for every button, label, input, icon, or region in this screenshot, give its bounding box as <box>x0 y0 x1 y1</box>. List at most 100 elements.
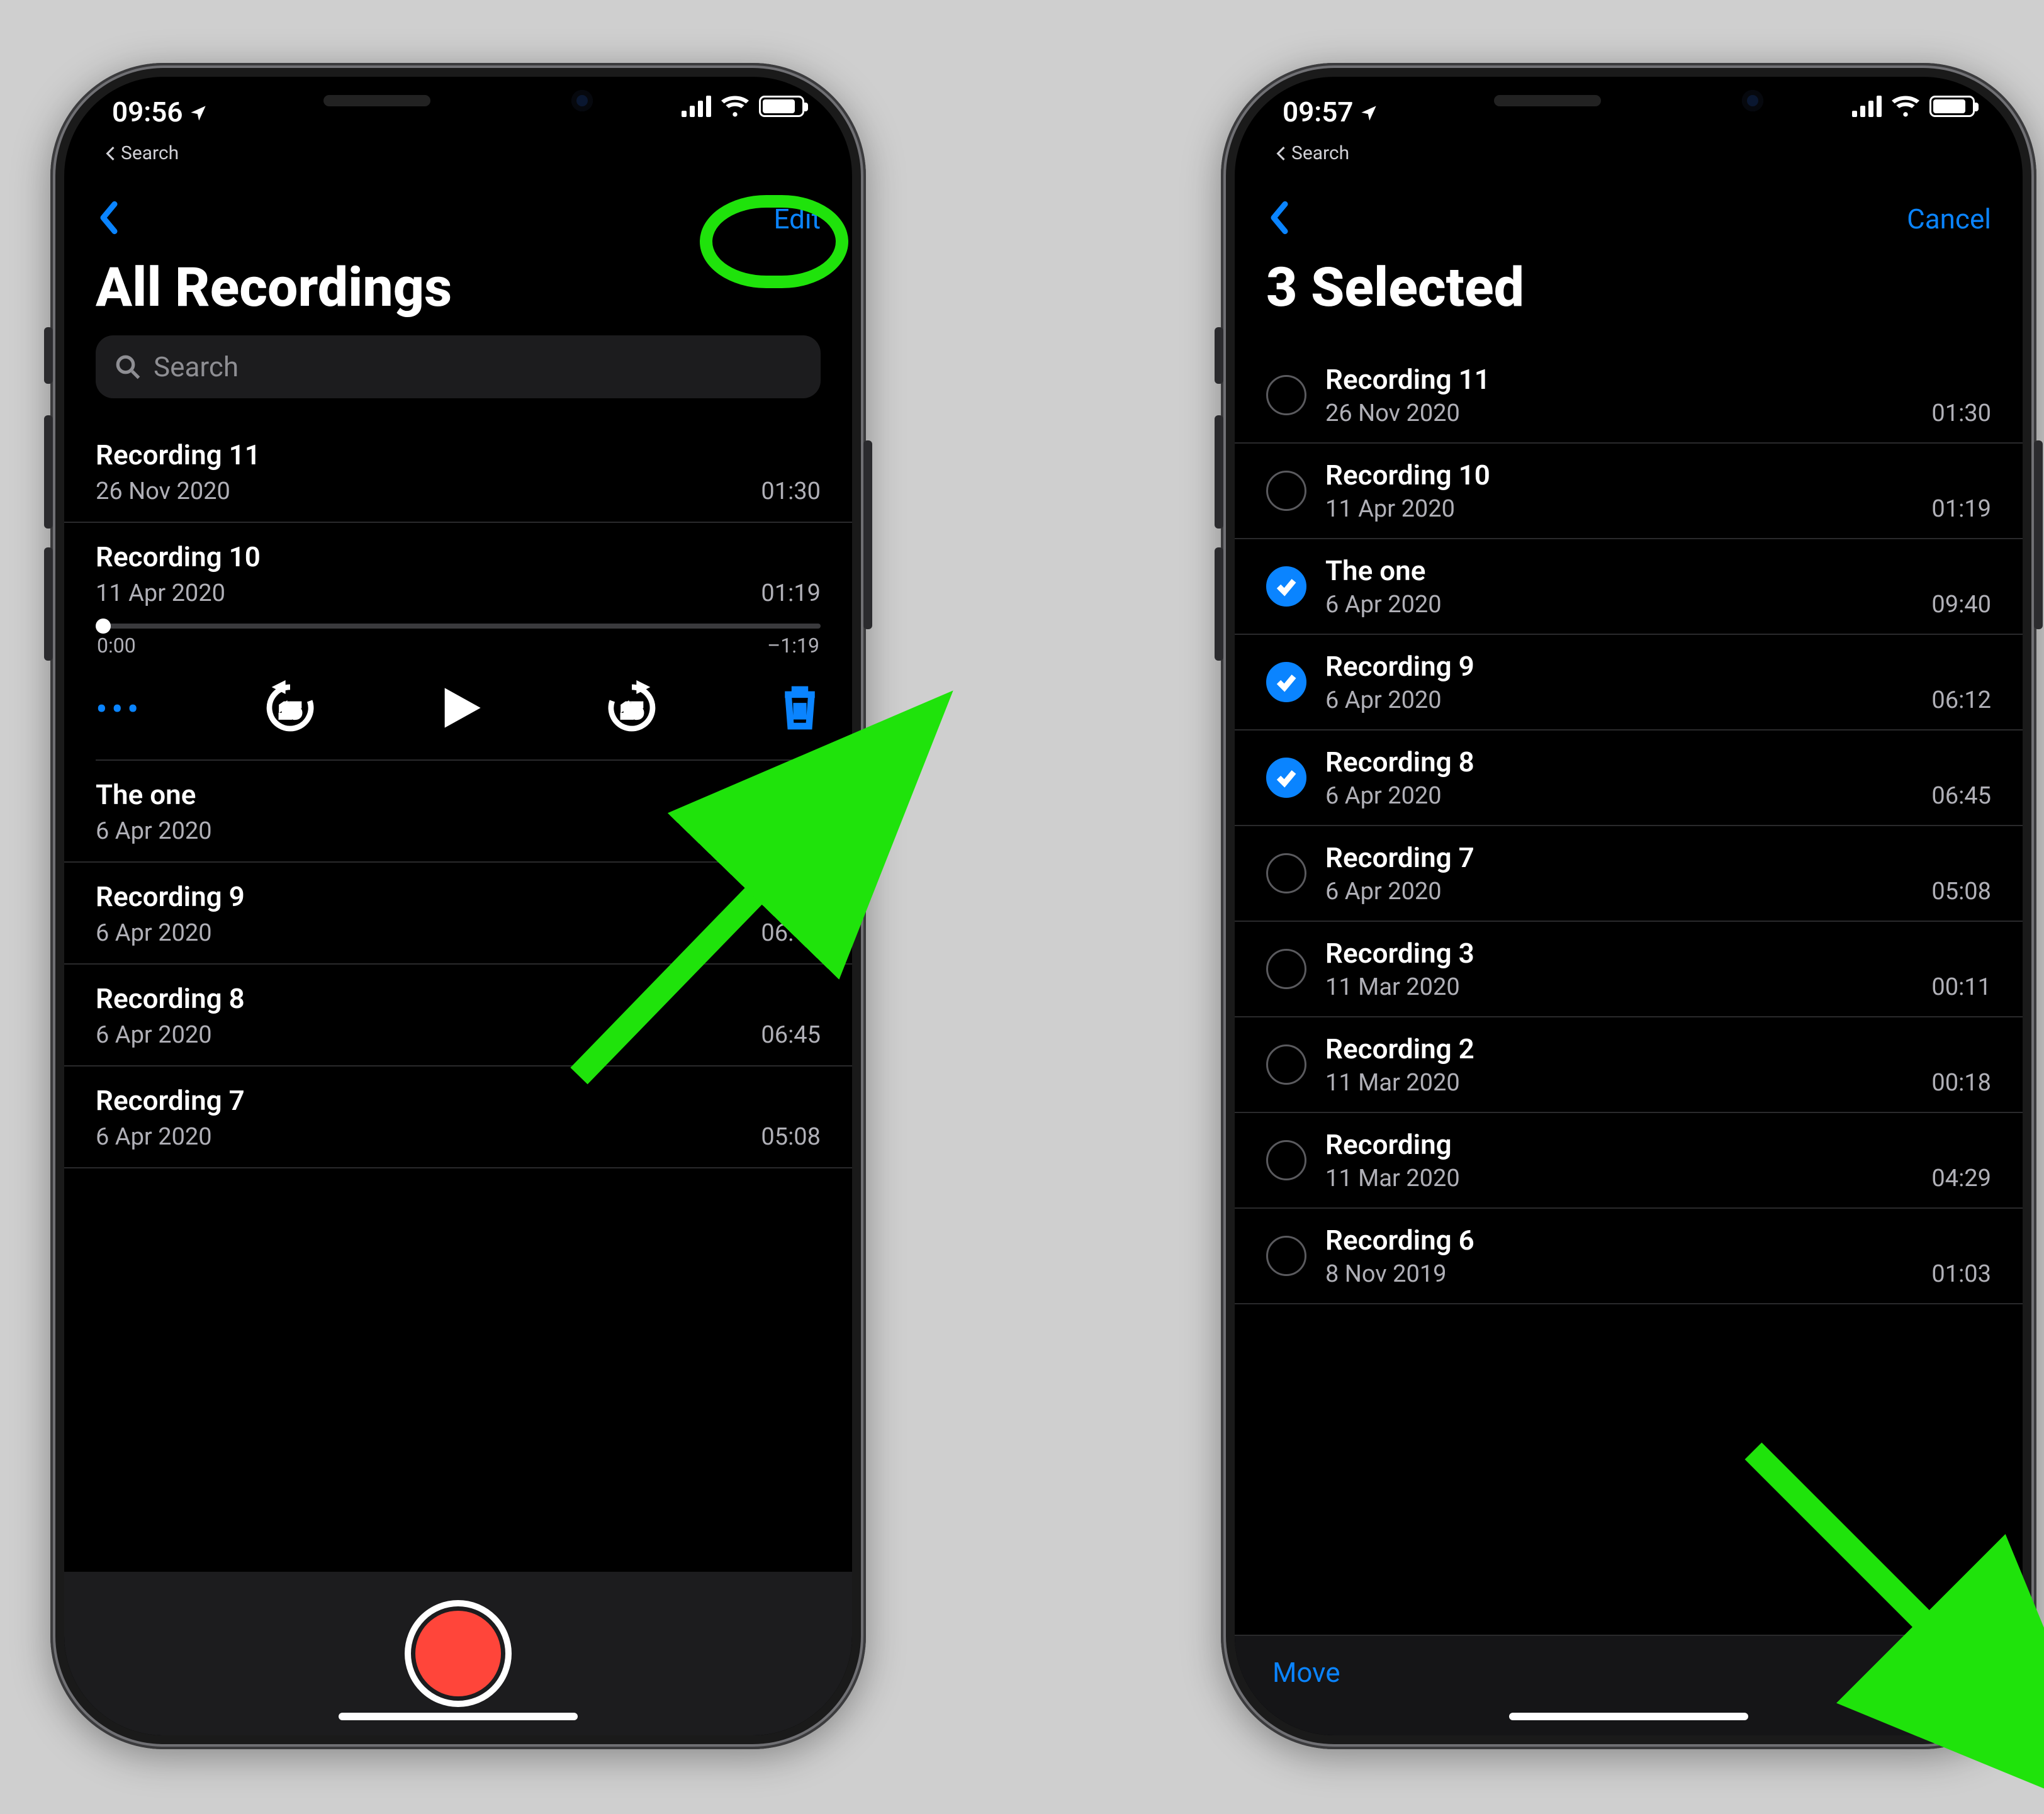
recording-name: Recording 2 <box>1325 1033 1991 1065</box>
recording-name: The one <box>1325 554 1991 587</box>
select-checkbox[interactable] <box>1266 566 1306 607</box>
recording-row[interactable]: Recording 8 6 Apr 2020 06:45 <box>1235 731 2023 826</box>
scrubber[interactable] <box>96 624 821 629</box>
recording-row[interactable]: The one 6 Apr 2020 09:40 <box>1235 539 2023 635</box>
annotation-arrow <box>1728 1426 1992 1693</box>
recording-duration: 01:19 <box>761 579 821 607</box>
search-input[interactable]: Search <box>96 335 821 398</box>
play-button[interactable] <box>437 684 485 734</box>
annotation-arrow <box>554 824 831 1104</box>
chevron-left-icon <box>96 201 122 235</box>
recording-date: 6 Apr 2020 <box>96 919 212 947</box>
select-checkbox[interactable] <box>1266 1140 1306 1180</box>
recording-name: The one <box>96 778 821 811</box>
recording-date: 26 Nov 2020 <box>96 478 230 505</box>
select-checkbox[interactable] <box>1266 471 1306 511</box>
select-checkbox[interactable] <box>1266 662 1306 702</box>
recording-duration: 06:12 <box>1931 686 1991 714</box>
select-checkbox[interactable] <box>1266 375 1306 415</box>
recording-date: 6 Apr 2020 <box>96 1021 212 1049</box>
rewind-15-button[interactable]: 15 <box>262 680 318 738</box>
recording-date: 26 Nov 2020 <box>1325 400 1460 427</box>
record-bar <box>64 1572 852 1735</box>
recording-date: 6 Apr 2020 <box>1325 782 1442 810</box>
more-button[interactable]: ••• <box>96 691 143 727</box>
recording-row[interactable]: Recording 10 11 Apr 2020 01:19 0:00 –1:19 •••… <box>64 523 852 761</box>
recording-row[interactable]: Recording 2 11 Mar 2020 00:18 <box>1235 1017 2023 1113</box>
move-button[interactable]: Move <box>1272 1656 1340 1689</box>
check-icon <box>1275 671 1298 693</box>
wifi-icon <box>721 96 749 117</box>
recording-date: 6 Apr 2020 <box>1325 878 1442 905</box>
recording-duration: 09:40 <box>1931 591 1991 619</box>
back-button[interactable] <box>96 201 122 237</box>
recording-name: Recording 3 <box>1325 937 1991 970</box>
cellular-icon <box>682 96 711 117</box>
home-indicator[interactable] <box>1509 1713 1748 1720</box>
recording-row[interactable]: Recording 11 26 Nov 2020 01:30 <box>64 421 852 523</box>
location-icon <box>189 104 207 122</box>
recording-date: 6 Apr 2020 <box>1325 591 1442 619</box>
recording-date: 6 Apr 2020 <box>96 1123 212 1151</box>
recording-duration: 04:29 <box>1931 1165 1991 1192</box>
select-checkbox[interactable] <box>1266 1044 1306 1085</box>
recording-row[interactable]: Recording 96 Apr 202006:12 <box>1235 635 2023 731</box>
recording-row[interactable]: Recording 6 8 Nov 2019 01:03 <box>1235 1209 2023 1304</box>
select-checkbox[interactable] <box>1266 949 1306 989</box>
check-icon <box>1275 575 1298 598</box>
recording-name: Recording 11 <box>1325 363 1991 396</box>
status-time: 09:57 <box>1283 96 1354 128</box>
battery-icon <box>759 96 804 117</box>
recording-duration: 06:45 <box>1931 782 1991 810</box>
recording-duration: 05:08 <box>761 1123 821 1151</box>
recording-row[interactable]: Recording 7 6 Apr 2020 05:08 <box>1235 826 2023 922</box>
search-icon <box>115 354 141 380</box>
recording-duration: 00:11 <box>1931 973 1991 1001</box>
scrub-end: –1:19 <box>767 634 819 658</box>
recording-duration: 01:30 <box>1931 400 1991 427</box>
trash-button[interactable] <box>779 685 821 734</box>
recording-duration: 05:08 <box>1931 878 1991 905</box>
svg-text:15: 15 <box>279 701 300 722</box>
recording-date: 8 Nov 2019 <box>1325 1260 1447 1288</box>
recording-name: Recording 11 <box>96 439 821 471</box>
chevron-left-icon <box>1274 147 1288 160</box>
breadcrumb[interactable]: Search <box>103 142 179 164</box>
recording-name: Recording 8 <box>1325 746 1991 778</box>
select-checkbox[interactable] <box>1266 758 1306 798</box>
location-icon <box>1360 104 1378 122</box>
chevron-left-icon <box>103 147 117 160</box>
back-button[interactable] <box>1266 201 1293 237</box>
recording-duration: 01:19 <box>1931 495 1991 523</box>
edit-button[interactable]: Edit <box>773 203 821 235</box>
breadcrumb[interactable]: Search <box>1274 142 1349 164</box>
recording-date: 11 Mar 2020 <box>1325 973 1460 1001</box>
recording-row[interactable]: Recording 3 11 Mar 2020 00:11 <box>1235 922 2023 1017</box>
recording-duration: 01:03 <box>1931 1260 1991 1288</box>
cellular-icon <box>1852 96 1882 117</box>
record-button[interactable] <box>405 1600 512 1707</box>
forward-15-button[interactable]: 15 <box>604 680 660 738</box>
recording-duration: 01:30 <box>761 478 821 505</box>
recording-name: Recording 10 <box>96 540 821 573</box>
select-checkbox[interactable] <box>1266 853 1306 893</box>
skip-icon: 15 <box>604 680 660 736</box>
recording-row[interactable]: Recording11 Mar 202004:29 <box>1235 1113 2023 1209</box>
chevron-left-icon <box>1266 201 1293 235</box>
recording-date: 11 Apr 2020 <box>96 579 225 607</box>
recording-name: Recording 6 <box>1325 1224 1991 1257</box>
select-checkbox[interactable] <box>1266 1236 1306 1276</box>
recording-date: 11 Mar 2020 <box>1325 1069 1460 1097</box>
recording-row[interactable]: Recording 1011 Apr 202001:19 <box>1235 444 2023 539</box>
scrub-start: 0:00 <box>97 634 136 658</box>
recording-name: Recording 9 <box>1325 650 1991 683</box>
recording-duration: 00:18 <box>1931 1069 1991 1097</box>
cancel-button[interactable]: Cancel <box>1907 203 1991 235</box>
status-time: 09:56 <box>112 96 183 128</box>
recording-name: Recording <box>1325 1128 1991 1161</box>
recording-name: Recording 7 <box>1325 841 1991 874</box>
home-indicator[interactable] <box>339 1713 578 1720</box>
recording-row[interactable]: Recording 11 26 Nov 2020 01:30 <box>1235 348 2023 444</box>
svg-text:15: 15 <box>622 701 643 722</box>
page-title: 3 Selected <box>1235 247 2023 335</box>
